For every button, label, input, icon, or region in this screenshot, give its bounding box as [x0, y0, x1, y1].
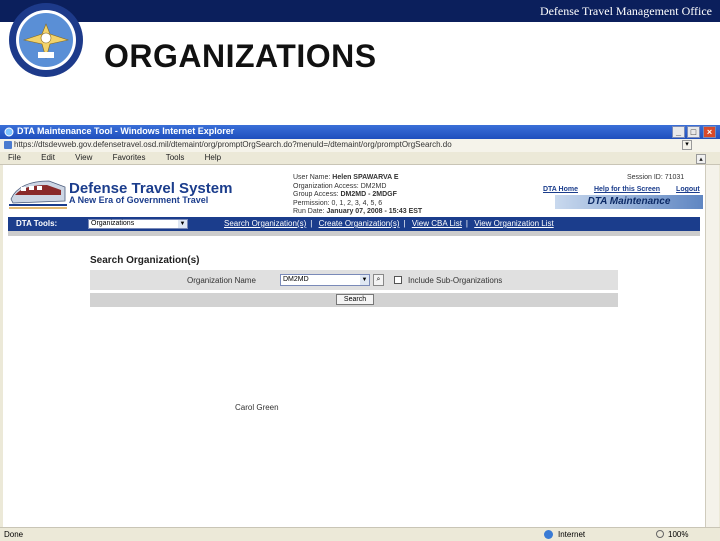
menu-favorites[interactable]: Favorites — [113, 153, 146, 162]
page-icon — [4, 141, 12, 149]
user-info-line: User Name: Helen SPAWARVA E — [293, 174, 399, 181]
author-credit: Carol Green — [235, 403, 279, 412]
chevron-down-icon: ▼ — [178, 220, 187, 228]
search-section-title: Search Organization(s) — [90, 255, 200, 266]
browser-window: DTA Maintenance Tool - Windows Internet … — [0, 125, 720, 541]
logout-link[interactable]: Logout — [676, 186, 700, 193]
chevron-down-icon: ▼ — [360, 275, 369, 285]
dta-tools-select[interactable]: Organizations ▼ — [88, 219, 188, 229]
nav-create-organizations[interactable]: Create Organization(s) — [319, 219, 400, 228]
go-dropdown-icon[interactable]: ▾ — [682, 140, 692, 150]
status-text: Done — [4, 530, 24, 539]
nav-view-cba-list[interactable]: View CBA List — [412, 219, 462, 228]
user-info-line: Permission: 0, 1, 2, 3, 4, 5, 6 — [293, 199, 383, 207]
nav-view-organization-list[interactable]: View Organization List — [474, 219, 553, 228]
dta-home-link[interactable]: DTA Home — [543, 186, 578, 193]
menu-help[interactable]: Help — [205, 153, 221, 162]
nav-search-organizations[interactable]: Search Organization(s) — [224, 219, 306, 228]
org-name-label: Organization Name — [187, 276, 256, 285]
user-info-line: Organization Access: DM2MD — [293, 182, 387, 190]
session-id: Session ID: 71031 — [627, 174, 685, 181]
menu-bar: File Edit View Favorites Tools Help ▴ — [0, 152, 720, 165]
minimize-icon[interactable]: _ — [672, 126, 685, 138]
search-button-row: Search — [90, 293, 618, 307]
user-info-line: Run Date: January 07, 2008 - 15:43 EST — [293, 208, 423, 216]
globe-icon — [544, 530, 553, 539]
help-link[interactable]: Help for this Screen — [594, 186, 660, 193]
dts-train-logo-icon — [9, 180, 67, 209]
user-info-line: Group Access: DM2MD - 2MDGF — [293, 191, 397, 199]
security-zone: Internet — [558, 530, 586, 539]
org-name: Defense Travel Management Office — [539, 4, 712, 18]
menu-file[interactable]: File — [8, 153, 21, 162]
dta-tools-bar: DTA Tools: Organizations ▼ Search Organi… — [8, 217, 700, 231]
zoom-icon[interactable] — [656, 530, 664, 538]
page-content: Defense Travel System A New Era of Gover… — [3, 165, 705, 527]
lookup-icon[interactable]: ⌕ — [373, 274, 384, 286]
menu-edit[interactable]: Edit — [41, 153, 55, 162]
user-info: User Name: Helen SPAWARVA E Organization… — [293, 174, 422, 217]
dta-tools-label: DTA Tools: — [16, 219, 58, 228]
include-sub-orgs-checkbox[interactable] — [394, 276, 402, 284]
include-sub-orgs-label: Include Sub-Organizations — [408, 276, 503, 285]
divider — [8, 231, 700, 236]
dod-seal-icon — [9, 3, 83, 77]
top-links: DTA Home Help for this Screen Logout — [543, 186, 714, 193]
org-name-select[interactable]: DM2MD ▼ — [280, 274, 370, 286]
header-band: Defense Travel Management Office — [0, 0, 720, 22]
maximize-icon[interactable]: □ — [687, 126, 700, 138]
url-field[interactable]: https://dtsdevweb.gov.defensetravel.osd.… — [14, 140, 452, 149]
menu-tools[interactable]: Tools — [166, 153, 185, 162]
window-title: DTA Maintenance Tool - Windows Internet … — [17, 126, 235, 136]
dts-tagline: A New Era of Government Travel — [69, 195, 209, 205]
page-title: ORGANIZATIONS — [104, 38, 377, 74]
search-button[interactable]: Search — [336, 294, 374, 305]
scroll-up-icon[interactable]: ▴ — [696, 154, 706, 164]
vertical-scrollbar[interactable] — [705, 165, 719, 527]
search-form-row: Organization Name DM2MD ▼ ⌕ Include Sub-… — [90, 270, 618, 290]
zoom-level[interactable]: 100% — [668, 530, 688, 539]
tool-nav: Search Organization(s) | Create Organizat… — [224, 219, 554, 228]
maintenance-banner: DTA Maintenance — [555, 195, 703, 209]
address-bar: https://dtsdevweb.gov.defensetravel.osd.… — [0, 139, 720, 153]
status-bar: Done Internet 100% — [0, 527, 720, 541]
close-icon[interactable]: × — [703, 126, 716, 138]
menu-view[interactable]: View — [75, 153, 92, 162]
window-titlebar: DTA Maintenance Tool - Windows Internet … — [0, 125, 720, 139]
ie-icon — [4, 127, 14, 137]
